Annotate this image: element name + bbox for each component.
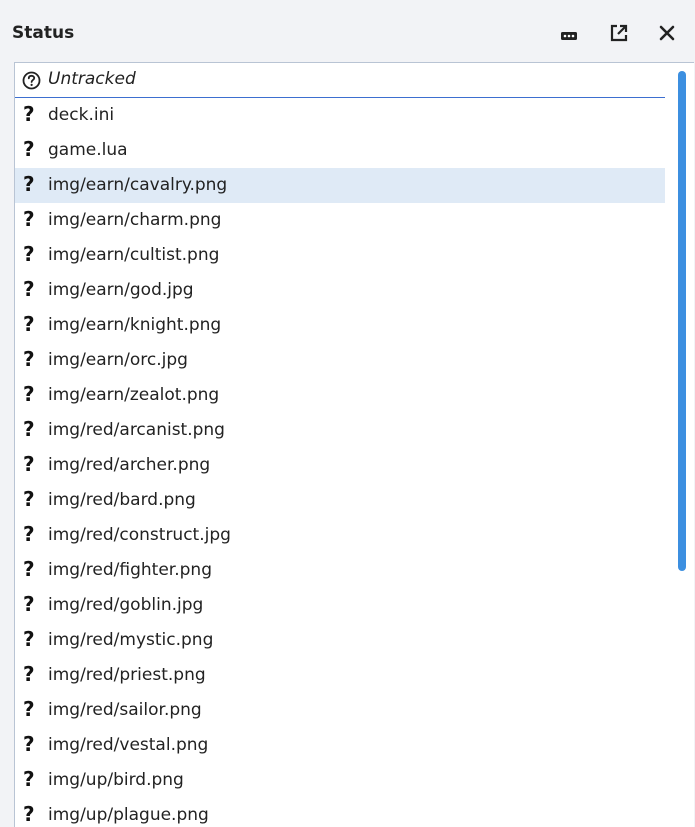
list-item[interactable]: ? img/earn/knight.png [15, 308, 665, 343]
list-item[interactable]: ? img/earn/charm.png [15, 203, 665, 238]
question-icon: ? [23, 732, 35, 756]
file-name: img/red/bard.png [48, 490, 196, 510]
more-button[interactable] [554, 20, 584, 50]
file-name: img/earn/god.jpg [48, 280, 194, 300]
file-name: img/red/fighter.png [48, 560, 212, 580]
list-item[interactable]: ? img/up/bird.png [15, 763, 665, 798]
list-item[interactable]: ? deck.ini [15, 98, 665, 133]
file-name: deck.ini [48, 105, 115, 125]
question-icon: ? [23, 522, 35, 546]
file-name: img/red/vestal.png [48, 735, 209, 755]
file-name: img/up/plague.png [48, 805, 209, 825]
file-name: img/red/construct.jpg [48, 525, 231, 545]
file-list: Untracked ? deck.ini? game.lua? img/earn/ca… [14, 62, 694, 827]
list-item[interactable]: ? img/red/mystic.png [15, 623, 665, 658]
list-item[interactable]: ? img/earn/god.jpg [15, 273, 665, 308]
question-icon: ? [23, 662, 35, 686]
file-name: img/red/sailor.png [48, 700, 202, 720]
question-icon: ? [23, 312, 35, 336]
popout-icon [610, 24, 628, 46]
question-icon: ? [23, 452, 35, 476]
list-item[interactable]: ? img/red/construct.jpg [15, 518, 665, 553]
list-item[interactable]: ? img/earn/cultist.png [15, 238, 665, 273]
question-icon: ? [23, 172, 35, 196]
question-icon: ? [23, 487, 35, 511]
list-item[interactable]: ? img/up/plague.png [15, 798, 665, 827]
file-name: img/red/mystic.png [48, 630, 214, 650]
question-icon: ? [23, 382, 35, 406]
list-item[interactable]: ? img/earn/orc.jpg [15, 343, 665, 378]
question-icon: ? [23, 627, 35, 651]
close-button[interactable] [652, 20, 682, 50]
file-name: img/red/priest.png [48, 665, 206, 685]
list-item[interactable]: ? img/red/fighter.png [15, 553, 665, 588]
popout-button[interactable] [604, 20, 634, 50]
question-icon: ? [23, 557, 35, 581]
question-icon: ? [23, 417, 35, 441]
question-icon: ? [23, 207, 35, 231]
file-name: img/red/arcanist.png [48, 420, 225, 440]
file-name: img/red/goblin.jpg [48, 595, 204, 615]
list-item[interactable]: ? img/earn/zealot.png [15, 378, 665, 413]
list-item[interactable]: ? img/red/archer.png [15, 448, 665, 483]
list-item[interactable]: ? img/red/priest.png [15, 658, 665, 693]
question-icon: ? [23, 137, 35, 161]
question-icon: ? [23, 242, 35, 266]
file-name: game.lua [48, 140, 128, 160]
file-name: img/earn/zealot.png [48, 385, 220, 405]
question-icon: ? [23, 697, 35, 721]
list-item[interactable]: ? img/red/vestal.png [15, 728, 665, 763]
list-item[interactable]: ? img/red/goblin.jpg [15, 588, 665, 623]
file-name: img/up/bird.png [48, 770, 184, 790]
list-item[interactable]: ? img/red/sailor.png [15, 693, 665, 728]
group-untracked[interactable]: Untracked [15, 63, 665, 98]
list-item[interactable]: ? game.lua [15, 133, 665, 168]
question-icon: ? [23, 802, 35, 826]
panel-title: Status [12, 23, 75, 43]
file-name: img/earn/charm.png [48, 210, 222, 230]
file-name: img/earn/knight.png [48, 315, 222, 335]
status-panel: Status Untracked ? deck.ini ? game.lua ?… [0, 0, 695, 827]
question-icon: ? [23, 277, 35, 301]
scrollbar[interactable] [675, 63, 694, 827]
file-name: img/red/archer.png [48, 455, 211, 475]
group-label: Untracked [48, 69, 136, 89]
question-icon: ? [23, 592, 35, 616]
question-circle-icon [22, 71, 41, 94]
more-icon [560, 26, 578, 45]
list-item[interactable]: ? img/red/arcanist.png [15, 413, 665, 448]
file-name: img/earn/cavalry.png [48, 175, 228, 195]
close-icon [659, 25, 675, 45]
question-icon: ? [23, 767, 35, 791]
question-icon: ? [23, 102, 35, 126]
scrollbar-thumb[interactable] [678, 71, 686, 571]
list-item[interactable]: ? img/earn/cavalry.png [15, 168, 665, 203]
file-name: img/earn/cultist.png [48, 245, 220, 265]
file-name: img/earn/orc.jpg [48, 350, 188, 370]
list-item[interactable]: ? img/red/bard.png [15, 483, 665, 518]
file-rows: ? deck.ini? game.lua? img/earn/cavalry.png?… [15, 98, 665, 827]
panel-header: Status [0, 8, 695, 62]
question-icon: ? [23, 347, 35, 371]
